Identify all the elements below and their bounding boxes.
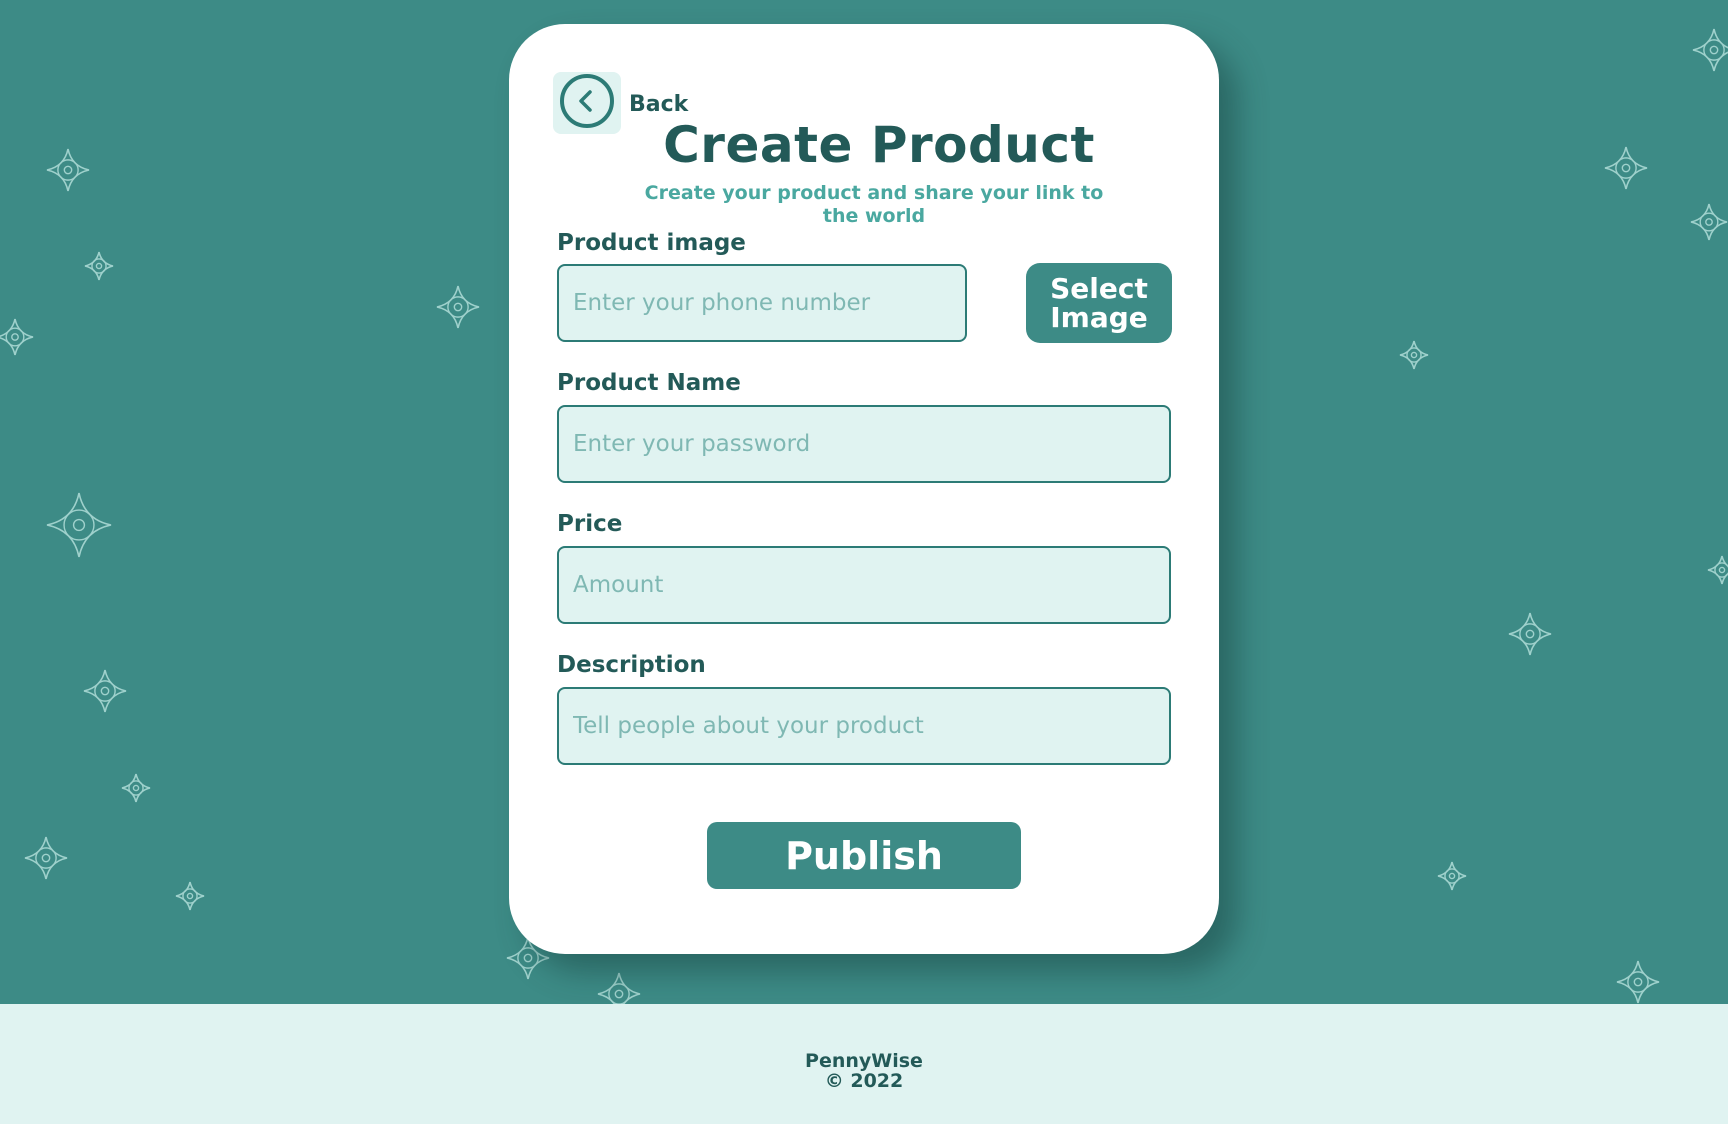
footer: PennyWise © 2022 xyxy=(0,1004,1728,1124)
product-image-label: Product image xyxy=(557,230,746,256)
publish-button[interactable]: Publish xyxy=(707,822,1021,889)
sparkle-flower-icon xyxy=(1507,611,1553,657)
sparkle-flower-icon xyxy=(120,772,152,804)
sparkle-flower-icon xyxy=(1689,202,1728,242)
product-name-input[interactable] xyxy=(557,405,1171,483)
sparkle-flower-icon xyxy=(174,880,206,912)
select-image-button[interactable]: Select Image xyxy=(1026,263,1172,343)
sparkle-flower-icon xyxy=(0,317,35,357)
back-label[interactable]: Back xyxy=(629,92,688,117)
product-image-input[interactable] xyxy=(557,264,967,342)
sparkle-flower-icon xyxy=(1398,339,1430,371)
sparkle-flower-icon xyxy=(83,250,115,282)
create-product-card: Back Create Product Create your product … xyxy=(509,24,1219,954)
sparkle-flower-icon xyxy=(1691,27,1728,73)
price-label: Price xyxy=(557,511,623,537)
sparkle-flower-icon xyxy=(435,284,481,330)
sparkle-flower-icon xyxy=(1603,145,1649,191)
sparkle-flower-icon xyxy=(23,835,69,881)
sparkle-flower-icon xyxy=(1706,554,1728,586)
page-subtitle: Create your product and share your link … xyxy=(644,182,1104,227)
sparkle-flower-icon xyxy=(45,491,113,559)
page-title: Create Product xyxy=(663,116,1095,174)
sparkle-flower-icon xyxy=(82,668,128,714)
product-name-label: Product Name xyxy=(557,370,741,396)
sparkle-flower-icon xyxy=(45,147,91,193)
description-input[interactable] xyxy=(557,687,1171,765)
footer-copyright: © 2022 xyxy=(824,1070,904,1092)
sparkle-flower-icon xyxy=(1436,860,1468,892)
sparkle-flower-icon xyxy=(1615,959,1661,1004)
sparkle-flower-icon xyxy=(596,971,642,1004)
price-input[interactable] xyxy=(557,546,1171,624)
description-label: Description xyxy=(557,652,706,678)
footer-brand: PennyWise xyxy=(805,1050,923,1072)
